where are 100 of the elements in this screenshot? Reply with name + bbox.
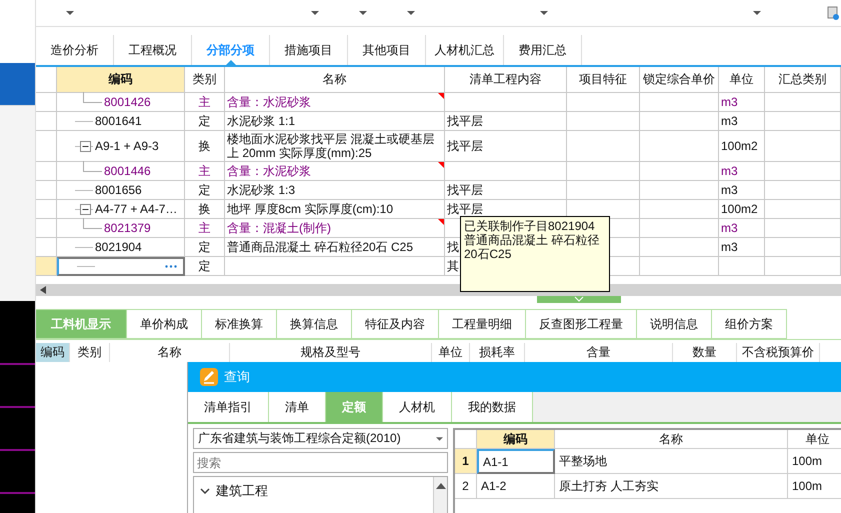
name-text: 水泥砂浆 1:1	[227, 114, 296, 128]
name-text: 水泥砂浆 1:3	[227, 183, 296, 197]
tooltip: 已关联制作子目8021904 普通商品混凝土 碎石粒径20石C25	[460, 216, 610, 292]
code-text: 8001656	[95, 183, 142, 197]
code-text: 8001641	[95, 114, 142, 128]
column-header: 编码	[36, 343, 70, 362]
dropdown-caret-icon[interactable]	[436, 436, 443, 440]
scroll-left-icon[interactable]	[40, 286, 46, 294]
table-cell: 平整场地	[555, 449, 788, 474]
table-cell: 找平层	[445, 112, 567, 131]
table-cell: 主	[185, 162, 225, 181]
table-cell: 找平层	[445, 181, 567, 200]
code-text: 8021904	[95, 240, 142, 254]
dialog-tab[interactable]: 人材机	[383, 392, 452, 422]
table-cell: 100m2	[719, 200, 765, 219]
tree-connector	[83, 160, 102, 172]
column-header: 清单工程内容	[445, 67, 567, 93]
table-cell[interactable]: 8001641	[57, 112, 185, 131]
dropdown-caret-icon[interactable]	[359, 11, 367, 15]
column-header: 名称	[225, 67, 445, 93]
table-cell: 定	[185, 181, 225, 200]
name-text: 楼地面水泥砂浆找平层 混凝土或硬基层上 20mm 实际厚度(mm):25	[227, 132, 436, 160]
collapse-icon[interactable]	[80, 204, 91, 214]
table-cell[interactable]: 8021904	[57, 238, 185, 257]
header-cell	[36, 67, 57, 93]
chevron-icon[interactable]	[200, 488, 210, 494]
detail-tab[interactable]: 标准换算	[202, 309, 277, 339]
code-text: A9-1 + A9-3	[95, 139, 159, 153]
table-cell: m3	[719, 112, 765, 131]
detail-tab[interactable]: 说明信息	[637, 309, 712, 339]
library-dropdown[interactable]: 广东省建筑与装饰工程综合定额(2010)	[193, 428, 448, 449]
name-text: 含量：水泥砂浆	[227, 95, 311, 109]
collapse-icon[interactable]	[80, 140, 91, 152]
table-cell: m3	[719, 238, 765, 257]
name-text: 地坪 厚度8cm 实际厚度(cm):10	[227, 202, 394, 216]
code-text: 8021379	[104, 221, 151, 235]
toolbar-icon[interactable]	[827, 6, 839, 20]
dropdown-caret-icon[interactable]	[66, 11, 74, 15]
detail-tab[interactable]: 反查图形工程量	[526, 309, 637, 339]
table-cell: 原土打夯 人工夯实	[555, 474, 788, 499]
column-header: 项目特征	[567, 67, 640, 93]
scroll-up-icon[interactable]	[436, 483, 446, 489]
row-number[interactable]: 2	[455, 474, 477, 499]
code-text: 8001426	[104, 95, 151, 109]
dropdown-caret-icon[interactable]	[311, 11, 319, 15]
column-header: 锁定综合单价	[640, 67, 719, 93]
name-text: 含量：混凝土(制作)	[227, 221, 331, 235]
tree-connector	[83, 218, 102, 228]
detail-tab[interactable]: 工程量明细	[439, 309, 526, 339]
table-cell[interactable]: A4-77 + A4-7…	[57, 200, 185, 219]
dropdown-caret-icon[interactable]	[407, 11, 415, 15]
table-cell: 主	[185, 219, 225, 238]
dropdown-caret-icon[interactable]	[540, 11, 548, 15]
column-header: 编码	[477, 430, 555, 449]
code-text: A4-77 + A4-7…	[95, 202, 178, 216]
app-icon	[200, 368, 218, 386]
dropdown-caret-icon[interactable]	[753, 11, 761, 15]
table-cell[interactable]	[57, 257, 185, 276]
column-header: 编码	[57, 67, 185, 93]
name-text: 普通商品混凝土 碎石粒径20石 C25	[227, 240, 414, 254]
column-header: 单位	[719, 67, 765, 93]
search-field[interactable]: 搜索	[193, 452, 448, 473]
name-text: 含量：水泥砂浆	[227, 164, 311, 178]
column-header: 单位	[788, 430, 841, 449]
table-cell: m3	[719, 162, 765, 181]
detail-tab[interactable]: 单价构成	[127, 309, 202, 339]
table-cell: 定	[185, 112, 225, 131]
detail-tab[interactable]: 换算信息	[277, 309, 352, 339]
table-cell[interactable]: 8001656	[57, 181, 185, 200]
table-cell[interactable]: A1-1	[477, 449, 555, 474]
table-cell[interactable]: A1-2	[477, 474, 555, 499]
table-cell[interactable]: 8001426	[57, 93, 185, 112]
column-header: 名称	[555, 430, 788, 449]
table-cell[interactable]: A9-1 + A9-3	[57, 131, 185, 162]
column-header: 汇总类别	[765, 67, 841, 93]
table-cell: 换	[185, 200, 225, 219]
row-number[interactable]: 1	[455, 449, 477, 474]
nav-highlight	[0, 63, 35, 105]
table-cell: m3	[719, 93, 765, 112]
dropdown-value: 广东省建筑与装饰工程综合定额(2010)	[198, 430, 401, 447]
table-cell: 换	[185, 131, 225, 162]
dialog-tab[interactable]: 清单指引	[188, 392, 269, 422]
splitter-handle[interactable]	[537, 296, 621, 303]
code-text: 8001446	[104, 164, 151, 178]
detail-tab[interactable]: 组价方案	[712, 309, 787, 339]
table-cell: 找平层	[445, 131, 567, 162]
table-cell[interactable]: 8021379	[57, 219, 185, 238]
tree-item[interactable]: 建筑工程	[216, 482, 268, 500]
dialog-title: 查询	[224, 368, 250, 386]
dialog-tab[interactable]: 清单	[269, 392, 326, 422]
tree-connector	[75, 246, 93, 248]
table-cell: 100m	[788, 474, 841, 499]
tree-connector	[83, 92, 102, 102]
dialog-tab[interactable]: 我的数据	[452, 392, 533, 422]
detail-tab[interactable]: 特征及内容	[352, 309, 439, 339]
table-cell: 主	[185, 93, 225, 112]
table-cell: 100m	[788, 449, 841, 474]
table-cell: 定	[185, 238, 225, 257]
table-cell[interactable]: 8001446	[57, 162, 185, 181]
column-header: 类别	[70, 343, 110, 362]
